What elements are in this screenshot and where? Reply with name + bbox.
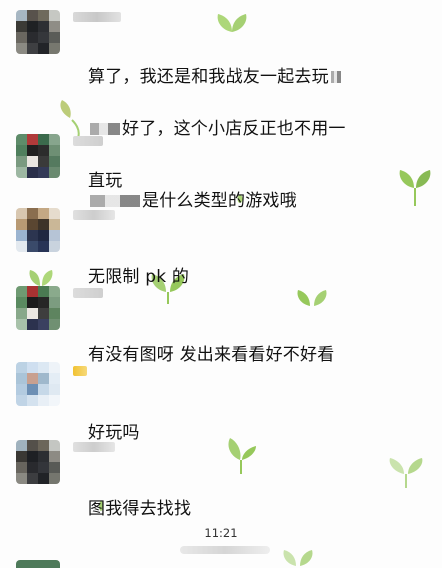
avatar[interactable] (16, 10, 60, 54)
sprout-decoration-icon (60, 100, 80, 138)
sender-name-blurred (73, 366, 87, 376)
sprout-decoration-icon (389, 458, 423, 488)
timestamp: 11:21 (204, 526, 238, 540)
sprout-decoration-icon (228, 438, 256, 474)
sender-name-blurred (73, 210, 115, 220)
avatar[interactable] (16, 134, 60, 178)
redaction-mosaic (90, 195, 140, 207)
message-text: 是什么类型的游戏哦 (88, 162, 297, 214)
chat-screen: 算了，我还是和我战友一起去玩 好了，这个小店反正也不用一 直玩 是什么类型的游戏… (0, 0, 442, 568)
sprout-decoration-icon (283, 550, 313, 566)
message-text: 无限制 pk 的 (88, 238, 189, 290)
sprout-decoration-icon (399, 170, 431, 206)
message-line: 算了，我还是和我战友一起去玩 (88, 67, 329, 87)
redaction-mosaic (330, 71, 341, 83)
message-line: 是什么类型的游戏哦 (142, 191, 297, 211)
avatar[interactable] (16, 286, 60, 330)
message-line: 好玩吗 (88, 423, 140, 443)
sprout-decoration-icon (29, 270, 53, 286)
sprout-decoration-icon (217, 14, 247, 32)
redaction-mosaic (90, 123, 120, 135)
message-text: 好玩吗 (88, 394, 140, 446)
blurred-element (180, 546, 270, 554)
avatar[interactable] (16, 440, 60, 484)
sender-name-blurred (73, 12, 121, 22)
message-line: 无限制 pk 的 (88, 267, 190, 287)
sender-name-blurred (73, 442, 115, 452)
message-line: 有没有图呀 发出来看看好不好看 (88, 345, 335, 365)
message-line: 图我得去找找 (88, 499, 192, 519)
message-text: 有没有图呀 发出来看看好不好看 (88, 316, 334, 368)
sprout-decoration-icon (297, 290, 327, 306)
avatar-partial[interactable] (16, 560, 60, 568)
message-text: 图我得去找找 (88, 470, 191, 522)
sender-name-blurred (73, 288, 103, 298)
message-line: 好了，这个小店反正也不用一 (122, 119, 346, 139)
avatar[interactable] (16, 208, 60, 252)
sender-name-blurred (73, 136, 103, 146)
avatar[interactable] (16, 362, 60, 406)
